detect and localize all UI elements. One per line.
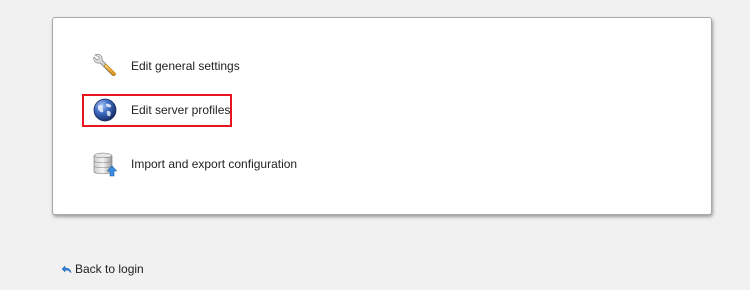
menu-item-label: Import and export configuration xyxy=(131,157,298,171)
menu-item-label: Edit server profiles xyxy=(131,103,231,117)
back-to-login-link[interactable]: Back to login xyxy=(61,262,144,276)
settings-panel: Edit general settings Edit server profil… xyxy=(52,17,712,215)
database-import-icon xyxy=(91,150,119,178)
back-to-login-label: Back to login xyxy=(75,262,144,276)
wrench-icon xyxy=(91,52,119,80)
return-arrow-icon xyxy=(61,264,72,274)
edit-general-settings-link[interactable]: Edit general settings xyxy=(91,52,240,80)
globe-icon xyxy=(91,96,119,124)
menu-item-label: Edit general settings xyxy=(131,59,240,73)
import-export-configuration-link[interactable]: Import and export configuration xyxy=(91,150,297,178)
edit-server-profiles-link[interactable]: Edit server profiles xyxy=(91,96,230,124)
